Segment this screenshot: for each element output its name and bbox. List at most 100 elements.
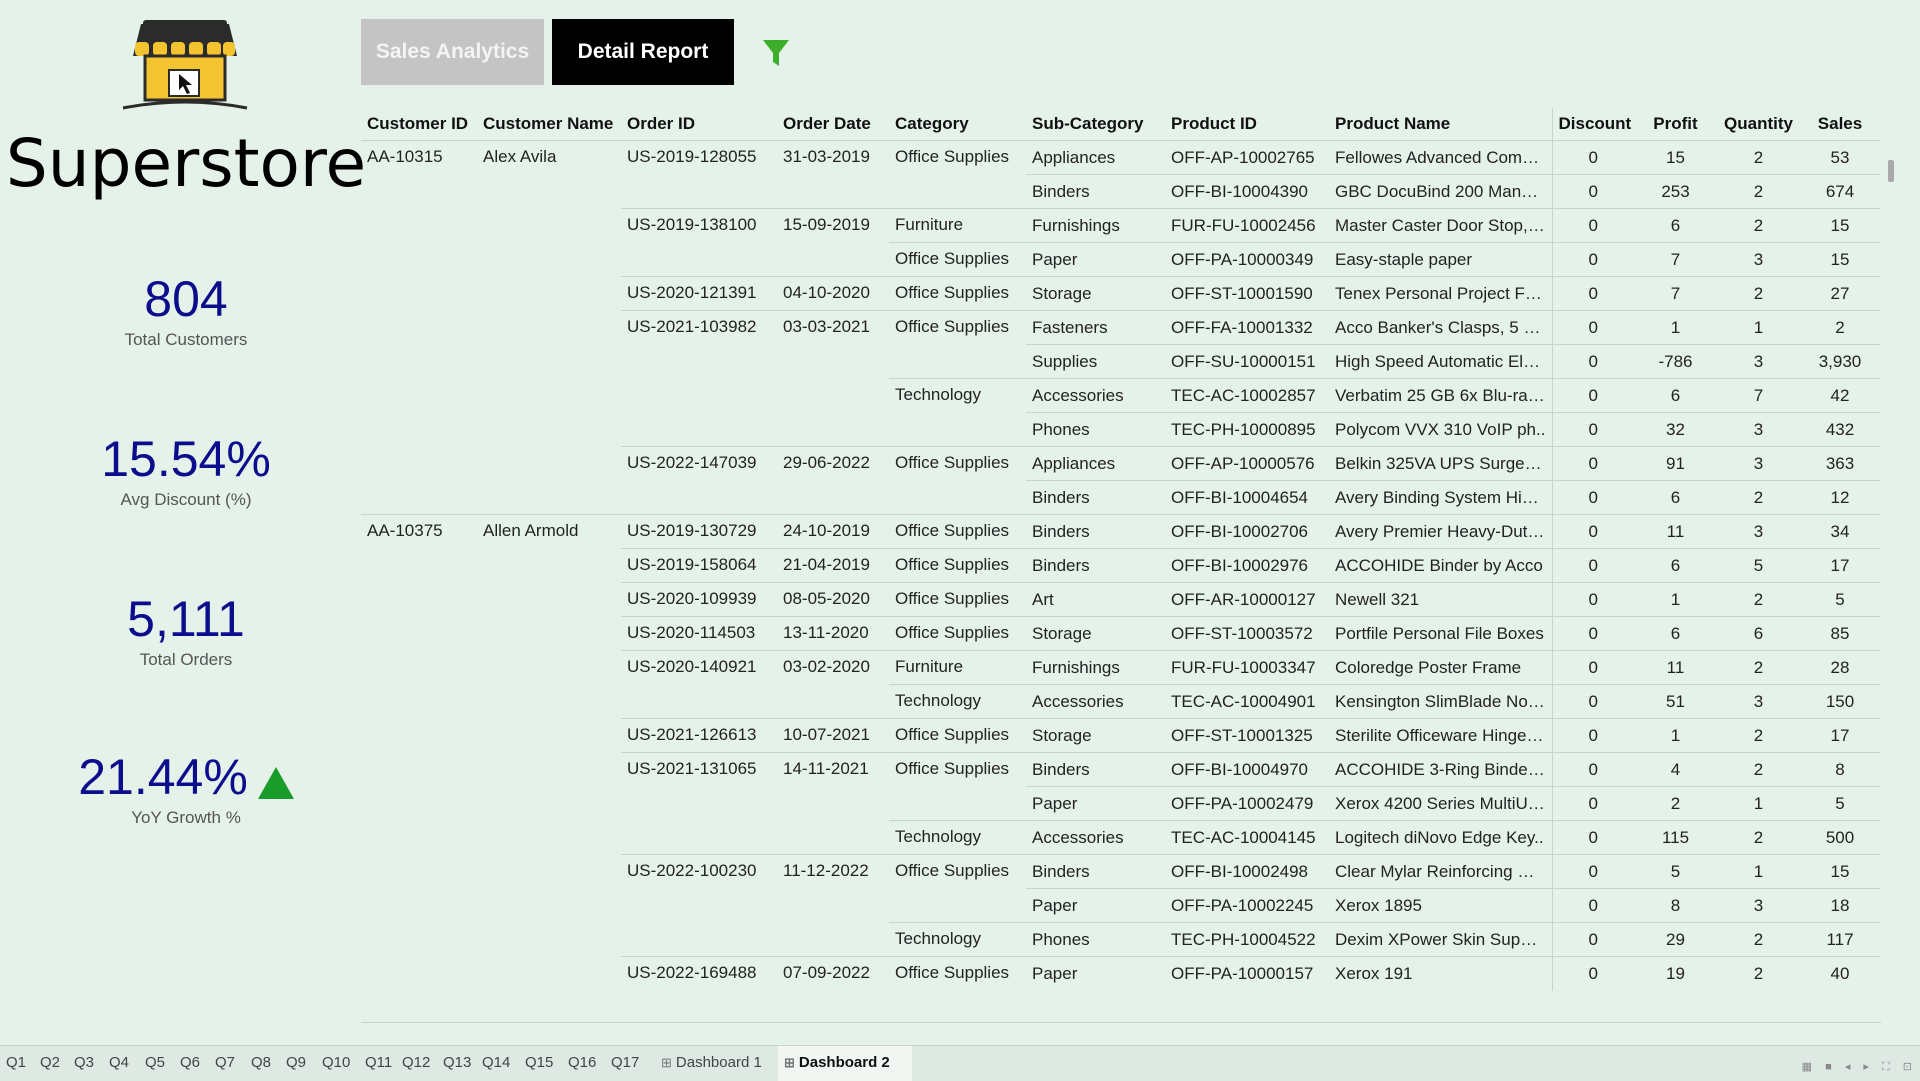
col-header-category[interactable]: Category bbox=[889, 108, 1026, 141]
cell-product-id: OFF-AP-10000576 bbox=[1165, 446, 1329, 481]
table-row[interactable]: AA-10375 Allen Armold US-2019-130729 24-10-… bbox=[361, 514, 1880, 549]
cell-sales: 15 bbox=[1800, 242, 1880, 277]
cell-sales: 15 bbox=[1800, 854, 1880, 889]
cell-profit: 1 bbox=[1634, 582, 1717, 617]
cell-profit: 32 bbox=[1634, 412, 1717, 447]
table-row[interactable]: US-2022-169488 07-09-2022 Office Supplies P… bbox=[361, 956, 1880, 991]
cell-order-id: US-2022-147039 bbox=[621, 446, 777, 481]
table-row[interactable]: Supplies OFF-SU-10000151 High Speed Automa… bbox=[361, 344, 1880, 379]
cell-product-id: OFF-PA-10000157 bbox=[1165, 956, 1329, 991]
fullscreen-icon[interactable]: ⛶ bbox=[1882, 1061, 1890, 1073]
table-row[interactable]: Paper OFF-PA-10002245 Xerox 1895 0 8 3 18 bbox=[361, 888, 1880, 923]
table-row[interactable]: US-2020-121391 04-10-2020 Office Supplies S… bbox=[361, 276, 1880, 311]
cell-product-name: Belkin 325VA UPS Surge P.. bbox=[1329, 446, 1553, 481]
sheet-tab-dashboard-2[interactable]: ⊞ Dashboard 2 bbox=[778, 1046, 912, 1081]
sales-analytics-button[interactable]: Sales Analytics bbox=[361, 19, 544, 85]
table-row[interactable]: US-2019-138100 15-09-2019 Furniture Furnish… bbox=[361, 208, 1880, 243]
cell-quantity: 2 bbox=[1717, 922, 1800, 957]
dashboard-icon: ⊞ bbox=[784, 1055, 795, 1070]
sheet-tab-label: Q13 bbox=[443, 1054, 472, 1071]
table-row[interactable]: Phones TEC-PH-10000895 Polycom VVX 310 VoI… bbox=[361, 412, 1880, 447]
table-row[interactable]: Technology Accessories TEC-AC-10004145 Logi… bbox=[361, 820, 1880, 855]
cell-sales: 15 bbox=[1800, 208, 1880, 243]
prev-icon[interactable]: ◂ bbox=[1845, 1061, 1851, 1073]
col-header-discount[interactable]: Discount bbox=[1552, 108, 1634, 141]
cell-sub-category: Paper bbox=[1026, 786, 1165, 821]
cell-product-id: OFF-BI-10004970 bbox=[1165, 752, 1329, 787]
cell-order-date bbox=[777, 923, 889, 957]
sheet-tab-q17[interactable]: Q17 bbox=[605, 1046, 656, 1081]
cell-product-name: ACCOHIDE Binder by Acco bbox=[1329, 548, 1553, 583]
cell-sales: 674 bbox=[1800, 174, 1880, 209]
table-row[interactable]: Office Supplies Paper OFF-PA-10000349 Easy-… bbox=[361, 242, 1880, 277]
table-row[interactable]: Technology Accessories TEC-AC-10002857 Verb… bbox=[361, 378, 1880, 413]
cell-discount: 0 bbox=[1552, 174, 1634, 209]
filter-icon[interactable] bbox=[762, 38, 790, 68]
cell-product-name: GBC DocuBind 200 Manual.. bbox=[1329, 174, 1553, 209]
cell-customer-id bbox=[361, 379, 477, 413]
col-header-quantity[interactable]: Quantity bbox=[1717, 108, 1800, 141]
table-row[interactable]: Paper OFF-PA-10002479 Xerox 4200 Series Mu… bbox=[361, 786, 1880, 821]
table-row[interactable]: US-2021-131065 14-11-2021 Office Supplies B… bbox=[361, 752, 1880, 787]
table-row[interactable]: Binders OFF-BI-10004390 GBC DocuBind 200 M… bbox=[361, 174, 1880, 209]
table-row[interactable]: US-2020-109939 08-05-2020 Office Supplies A… bbox=[361, 582, 1880, 617]
cell-order-date: 03-03-2021 bbox=[777, 310, 889, 345]
cell-quantity: 2 bbox=[1717, 140, 1800, 175]
vertical-scrollbar[interactable] bbox=[1886, 108, 1894, 1022]
cell-customer-id bbox=[361, 889, 477, 923]
cell-customer-id bbox=[361, 719, 477, 753]
cell-order-id: US-2022-169488 bbox=[621, 956, 777, 991]
col-header-sub-category[interactable]: Sub-Category bbox=[1026, 108, 1165, 141]
col-header-profit[interactable]: Profit bbox=[1634, 108, 1717, 141]
cell-order-date bbox=[777, 889, 889, 923]
table-row[interactable]: Binders OFF-BI-10004654 Avery Binding Syst… bbox=[361, 480, 1880, 515]
cell-product-name: Master Caster Door Stop, L.. bbox=[1329, 208, 1553, 243]
cell-product-name: Clear Mylar Reinforcing Stri.. bbox=[1329, 854, 1553, 889]
table-row[interactable]: US-2020-114503 13-11-2020 Office Supplies S… bbox=[361, 616, 1880, 651]
col-header-customer-id[interactable]: Customer ID bbox=[361, 108, 477, 141]
cell-profit: 29 bbox=[1634, 922, 1717, 957]
col-header-product-name[interactable]: Product Name bbox=[1329, 108, 1553, 141]
present-icon[interactable]: ⊡ bbox=[1903, 1061, 1912, 1073]
table-row[interactable]: US-2021-103982 03-03-2021 Office Supplies F… bbox=[361, 310, 1880, 345]
scrollbar-thumb[interactable] bbox=[1888, 160, 1894, 182]
cell-order-date: 11-12-2022 bbox=[777, 854, 889, 889]
detail-report-button[interactable]: Detail Report bbox=[552, 19, 734, 85]
next-icon[interactable]: ▸ bbox=[1863, 1061, 1869, 1073]
col-header-order-date[interactable]: Order Date bbox=[777, 108, 889, 141]
cell-product-name: Dexim XPower Skin Super-.. bbox=[1329, 922, 1553, 957]
table-row[interactable]: Technology Accessories TEC-AC-10004901 Kens… bbox=[361, 684, 1880, 719]
cell-customer-name bbox=[477, 481, 621, 515]
table-row[interactable]: US-2021-126613 10-07-2021 Office Supplies S… bbox=[361, 718, 1880, 753]
cell-customer-name: Allen Armold bbox=[477, 514, 621, 549]
table-row[interactable]: US-2022-100230 11-12-2022 Office Supplies B… bbox=[361, 854, 1880, 889]
sheet-tab-dashboard-1[interactable]: ⊞ Dashboard 1 bbox=[655, 1046, 785, 1081]
cell-customer-name bbox=[477, 651, 621, 685]
cell-order-date: 21-04-2019 bbox=[777, 548, 889, 583]
table-row[interactable]: US-2020-140921 03-02-2020 Furniture Furnish… bbox=[361, 650, 1880, 685]
cell-discount: 0 bbox=[1552, 582, 1634, 617]
col-header-order-id[interactable]: Order ID bbox=[621, 108, 777, 141]
table-row[interactable]: US-2019-158064 21-04-2019 Office Supplies B… bbox=[361, 548, 1880, 583]
col-header-customer-name[interactable]: Customer Name bbox=[477, 108, 621, 141]
cell-category: Office Supplies bbox=[889, 140, 1026, 175]
list-view-icon[interactable]: ■ bbox=[1825, 1061, 1832, 1073]
sheet-tab-label: Q5 bbox=[145, 1054, 166, 1071]
cell-discount: 0 bbox=[1552, 548, 1634, 583]
cell-sub-category: Supplies bbox=[1026, 344, 1165, 379]
table-row[interactable]: Technology Phones TEC-PH-10004522 Dexim XPo… bbox=[361, 922, 1880, 957]
cell-category: Office Supplies bbox=[889, 514, 1026, 549]
cell-customer-name bbox=[477, 617, 621, 651]
col-header-sales[interactable]: Sales bbox=[1800, 108, 1880, 141]
col-header-product-id[interactable]: Product ID bbox=[1165, 108, 1329, 141]
cell-quantity: 3 bbox=[1717, 684, 1800, 719]
table-row[interactable]: US-2022-147039 29-06-2022 Office Supplies A… bbox=[361, 446, 1880, 481]
table-row[interactable]: AA-10315 Alex Avila US-2019-128055 31-03-20… bbox=[361, 140, 1880, 175]
cell-order-date bbox=[777, 243, 889, 277]
grid-view-icon[interactable]: ▦ bbox=[1802, 1061, 1812, 1073]
cell-order-id bbox=[621, 787, 777, 821]
cell-discount: 0 bbox=[1552, 752, 1634, 787]
cell-product-id: TEC-PH-10000895 bbox=[1165, 412, 1329, 447]
cell-sub-category: Accessories bbox=[1026, 378, 1165, 413]
cell-discount: 0 bbox=[1552, 446, 1634, 481]
